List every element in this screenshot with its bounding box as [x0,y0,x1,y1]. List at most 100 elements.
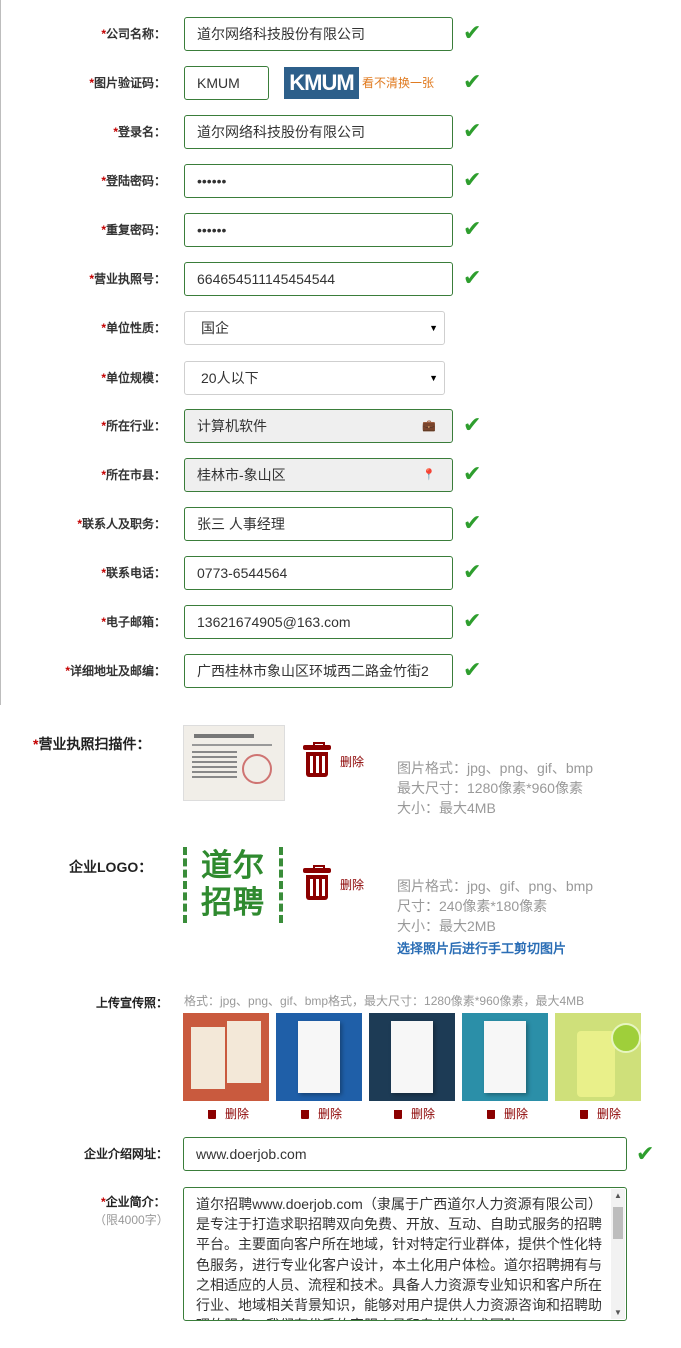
form-row-contact: *联系人及职务： 张三 人事经理 ✔ [0,507,681,541]
license-label: *营业执照扫描件： [33,736,151,752]
address-input[interactable]: 广西桂林市象山区环城西二路金竹街2 [184,654,453,688]
trash-icon [394,1110,402,1119]
password-confirm-label: *重复密码： [101,223,166,237]
industry-picker[interactable]: 计算机软件 💼 [184,409,453,443]
contact-value: 张三 人事经理 [197,516,285,532]
valid-check-icon: ✔ [463,20,482,45]
logo-trash-icon[interactable] [303,865,331,900]
password-confirm-input[interactable]: •••••• [184,213,453,247]
company-size-select[interactable]: 20人以下 ▼ [184,361,445,395]
company-name-label: *公司名称： [101,27,166,41]
valid-check-icon: ✔ [463,69,482,94]
promo-photo-1 [183,1013,269,1101]
address-value: 广西桂林市象山区环城西二路金竹街2 [197,663,429,679]
left-border [0,0,1,705]
intro-label: *企业简介： [101,1195,166,1209]
login-name-value: 道尔网络科技股份有限公司 [197,124,365,140]
promo-label: 上传宣传照： [96,996,169,1010]
promo-format-note: 格式：jpg、png、gif、bmp格式，最大尺寸：1280像素*960像素，最… [184,994,585,1008]
form-row-password-confirm: *重复密码： •••••• ✔ [0,213,681,247]
captcha-refresh-link[interactable]: 看不清换一张 [362,74,434,91]
license-hints: 图片格式：jpg、png、gif、bmp 最大尺寸：1280像素*960像素 大… [397,758,593,818]
form-row-login-name: *登录名： 道尔网络科技股份有限公司 ✔ [0,115,681,149]
phone-input[interactable]: 0773-6544564 [184,556,453,590]
intro-limit: （限4000字） [94,1213,169,1227]
city-picker[interactable]: 桂林市-象山区 📍 [184,458,453,492]
trash-icon [301,1110,309,1119]
form-row-industry: *所在行业： 计算机软件 💼 ✔ [0,409,681,443]
company-size-value: 20人以下 [201,370,259,386]
captcha-input[interactable]: KMUM [184,66,269,100]
phone-label: *联系电话： [101,566,166,580]
logo-label: 企业LOGO： [69,859,153,875]
promo-delete-4[interactable]: 删除 [487,1105,528,1122]
intro-scrollbar[interactable]: ▲ ▼ [611,1189,625,1319]
form-row-phone: *联系电话： 0773-6544564 ✔ [0,556,681,590]
form-row-company-type: *单位性质： 国企 ▼ [0,311,681,345]
promo-delete-2[interactable]: 删除 [301,1105,342,1122]
website-valid-check-icon: ✔ [636,1141,655,1166]
form-row-company-size: *单位规模： 20人以下 ▼ [0,361,681,395]
briefcase-icon: 💼 [422,420,436,432]
email-label: *电子邮箱： [101,615,166,629]
industry-label: *所在行业： [101,419,166,433]
promo-delete-1[interactable]: 删除 [208,1105,249,1122]
form-row-company-name: *公司名称： 道尔网络科技股份有限公司 ✔ [0,17,681,51]
form-row-license-number: *营业执照号： 664654511145454544 ✔ [0,262,681,296]
license-hint-filesize: 大小：最大4MB [397,800,496,816]
logo-hint-size: 尺寸：240像素*180像素 [397,898,548,914]
map-pin-icon: 📍 [422,469,436,481]
valid-check-icon: ✔ [463,118,482,143]
captcha-label: *图片验证码： [89,76,166,90]
valid-check-icon: ✔ [463,216,482,241]
promo-delete-3[interactable]: 删除 [394,1105,435,1122]
license-trash-icon[interactable] [303,742,331,777]
valid-check-icon: ✔ [463,461,482,486]
form-row-address: *详细地址及邮编： 广西桂林市象山区环城西二路金竹街2 ✔ [0,654,681,688]
logo-hint-filesize: 大小：最大2MB [397,918,496,934]
valid-check-icon: ✔ [463,559,482,584]
logo-text-line2: 招聘 [201,885,265,920]
license-number-input[interactable]: 664654511145454544 [184,262,453,296]
city-label: *所在市县： [101,468,166,482]
company-type-select[interactable]: 国企 ▼ [184,311,445,345]
form-row-password: *登陆密码： •••••• ✔ [0,164,681,198]
password-confirm-value: •••••• [197,222,227,238]
crop-image-link[interactable]: 选择照片后进行手工剪切图片 [397,938,566,957]
dropdown-arrow-icon[interactable]: ▼ [429,362,438,394]
license-thumbnail [183,725,285,801]
scroll-up-icon[interactable]: ▲ [614,1191,622,1200]
company-name-input[interactable]: 道尔网络科技股份有限公司 [184,17,453,51]
valid-check-icon: ✔ [463,510,482,535]
valid-check-icon: ✔ [463,608,482,633]
address-label: *详细地址及邮编： [65,664,166,678]
email-input[interactable]: 13621674905@163.com [184,605,453,639]
password-input[interactable]: •••••• [184,164,453,198]
license-number-value: 664654511145454544 [197,271,336,287]
contact-label: *联系人及职务： [77,517,166,531]
promo-delete-5[interactable]: 删除 [580,1105,621,1122]
login-name-input[interactable]: 道尔网络科技股份有限公司 [184,115,453,149]
trash-icon [580,1110,588,1119]
trash-icon [487,1110,495,1119]
scroll-thumb[interactable] [613,1207,623,1239]
captcha-image[interactable]: KMUM [284,67,359,99]
email-value: 13621674905@163.com [197,614,351,630]
license-delete-link[interactable]: 删除 [340,753,364,770]
website-input[interactable]: www.doerjob.com [183,1137,627,1171]
website-label: 企业介绍网址： [84,1147,169,1161]
license-number-label: *营业执照号： [89,272,166,286]
contact-input[interactable]: 张三 人事经理 [184,507,453,541]
phone-value: 0773-6544564 [197,565,288,581]
company-size-label: *单位规模： [101,371,166,385]
logo-delete-link[interactable]: 删除 [340,876,364,893]
promo-photo-4 [462,1013,548,1101]
dropdown-arrow-icon[interactable]: ▼ [429,312,438,344]
promo-photo-5 [555,1013,641,1101]
intro-textarea[interactable]: 道尔招聘www.doerjob.com（隶属于广西道尔人力资源有限公司）是专注于… [183,1187,627,1321]
company-type-label: *单位性质： [101,321,166,335]
form-row-city: *所在市县： 桂林市-象山区 📍 ✔ [0,458,681,492]
city-value: 桂林市-象山区 [197,467,286,483]
scroll-down-icon[interactable]: ▼ [614,1308,622,1317]
intro-text: 道尔招聘www.doerjob.com（隶属于广西道尔人力资源有限公司）是专注于… [196,1196,602,1320]
